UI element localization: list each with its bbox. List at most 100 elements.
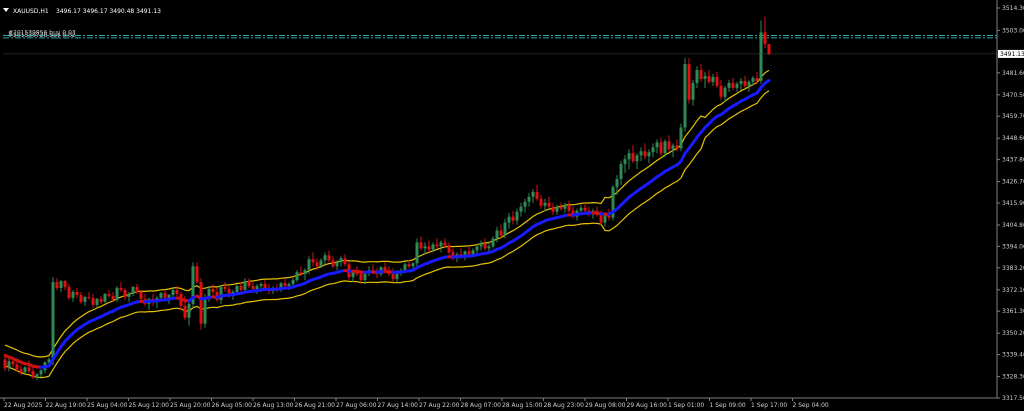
candle-body <box>695 70 699 83</box>
time-tick-label: 25 Aug 04:00 <box>87 402 128 409</box>
candle-body <box>223 287 227 290</box>
candle-body <box>635 155 639 162</box>
candle-body <box>323 255 327 261</box>
candle-body <box>627 153 631 160</box>
time-tick-label: 1 Sep 09:00 <box>710 402 746 409</box>
candle-body <box>703 75 707 79</box>
candle-body <box>603 214 607 223</box>
candle-body <box>383 267 387 271</box>
candle-body <box>639 151 643 156</box>
price-tick-label: 3470.50 <box>1002 92 1024 99</box>
candle-body <box>31 371 35 378</box>
candle-body <box>755 77 759 81</box>
candle-body <box>743 80 747 86</box>
candle-body <box>531 191 535 197</box>
candle-body <box>443 242 447 246</box>
candle-body <box>527 196 531 202</box>
candle-body <box>471 250 475 255</box>
candle-body <box>307 259 311 271</box>
price-tick-label: 3415.90 <box>1002 200 1024 207</box>
candle-body <box>431 244 435 250</box>
candle-body <box>27 367 31 372</box>
candle-body <box>211 289 215 292</box>
candle-body <box>711 76 715 82</box>
price-tick-label: 3503.00 <box>1002 27 1024 34</box>
candle-body <box>187 303 191 318</box>
candle-body <box>467 251 471 255</box>
candle-body <box>707 75 711 82</box>
price-tick-label: 3350.20 <box>1002 330 1024 337</box>
price-chart[interactable]: #201539856 buy 0.03#201539726 buy 0.02 3… <box>0 0 1024 411</box>
candle-body <box>91 297 95 305</box>
candle-body <box>435 244 439 247</box>
candle-body <box>95 298 99 305</box>
candle-body <box>63 281 67 288</box>
candle-body <box>551 206 555 212</box>
candle-body <box>131 287 135 294</box>
time-tick-label: 26 Aug 21:00 <box>295 402 336 409</box>
candle-body <box>87 296 91 298</box>
order-label: #201539726 buy 0.02 <box>8 32 76 39</box>
time-tick-label: 29 Aug 16:00 <box>627 402 668 409</box>
time-tick-label: 29 Aug 08:00 <box>585 402 626 409</box>
candle-body <box>167 294 171 298</box>
price-tick-label: 3404.80 <box>1002 222 1024 229</box>
symbol-label: XAUUSD,H1 <box>13 8 49 15</box>
candle-body <box>79 294 83 302</box>
candle-body <box>407 264 411 267</box>
candle-body <box>535 191 539 199</box>
candle-body <box>475 246 479 251</box>
time-tick-label: 22 Aug 2025 <box>4 402 43 409</box>
candle-body <box>499 230 503 236</box>
candle-body <box>515 211 519 221</box>
candle-body <box>315 262 319 267</box>
candle-body <box>283 283 287 287</box>
chart-background <box>0 0 1024 411</box>
time-tick-label: 28 Aug 23:00 <box>544 402 585 409</box>
candle-body <box>359 274 363 281</box>
candle-body <box>287 284 291 287</box>
candle-body <box>683 64 687 128</box>
candle-body <box>503 222 507 236</box>
candle-body <box>491 238 495 247</box>
time-tick-label: 25 Aug 20:00 <box>170 402 211 409</box>
candle-body <box>511 216 515 221</box>
candle-body <box>447 245 451 253</box>
candle-body <box>23 367 27 373</box>
candle-body <box>331 260 335 267</box>
time-tick-label: 27 Aug 14:00 <box>378 402 419 409</box>
candle-body <box>731 82 735 88</box>
candle-body <box>299 272 303 275</box>
candle-body <box>239 286 243 290</box>
candle-body <box>327 255 331 261</box>
price-tick-label: 3459.70 <box>1002 113 1024 120</box>
candle-body <box>555 206 559 212</box>
candle-body <box>487 246 491 249</box>
chart-window[interactable]: #201539856 buy 0.03 #201539726 buy 0.02 3… <box>0 0 1024 411</box>
ohlc-readout: 3496.17 3496.17 3490.48 3491.13 <box>56 8 161 15</box>
time-tick-label: 2 Sep 04:00 <box>793 402 829 409</box>
candle-body <box>303 270 307 275</box>
candle-body <box>723 87 727 97</box>
candle-body <box>739 80 743 84</box>
current-price-label: 3491.13 <box>1000 51 1024 58</box>
candle-body <box>55 282 59 289</box>
candle-body <box>195 266 199 283</box>
candle-body <box>419 242 423 249</box>
candle-body <box>523 201 527 207</box>
candle-body <box>663 141 667 154</box>
time-tick-label: 26 Aug 13:00 <box>253 402 294 409</box>
price-tick-label: 3317.50 <box>1002 395 1024 402</box>
candle-body <box>319 260 323 267</box>
candle-body <box>675 145 679 149</box>
price-tick-label: 3481.60 <box>1002 70 1024 77</box>
candle-body <box>99 298 103 302</box>
candle-body <box>391 274 395 280</box>
candle-body <box>563 204 567 209</box>
candle-body <box>679 127 683 149</box>
candle-body <box>51 282 55 360</box>
candle-body <box>251 286 255 290</box>
candle-body <box>507 216 511 223</box>
candle-body <box>259 284 263 287</box>
time-tick-label: 26 Aug 05:00 <box>212 402 253 409</box>
